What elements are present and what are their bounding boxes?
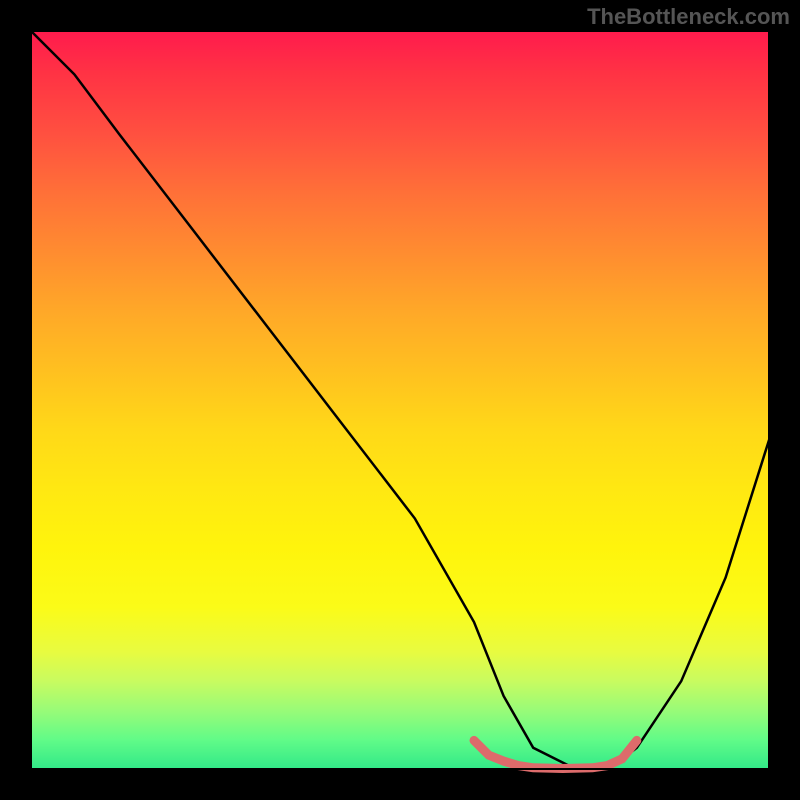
main-curve-line bbox=[30, 30, 770, 770]
chart-svg bbox=[30, 30, 770, 770]
highlight-curve-line bbox=[474, 740, 637, 768]
chart-plot-area bbox=[30, 30, 770, 770]
watermark-text: TheBottleneck.com bbox=[587, 4, 790, 30]
